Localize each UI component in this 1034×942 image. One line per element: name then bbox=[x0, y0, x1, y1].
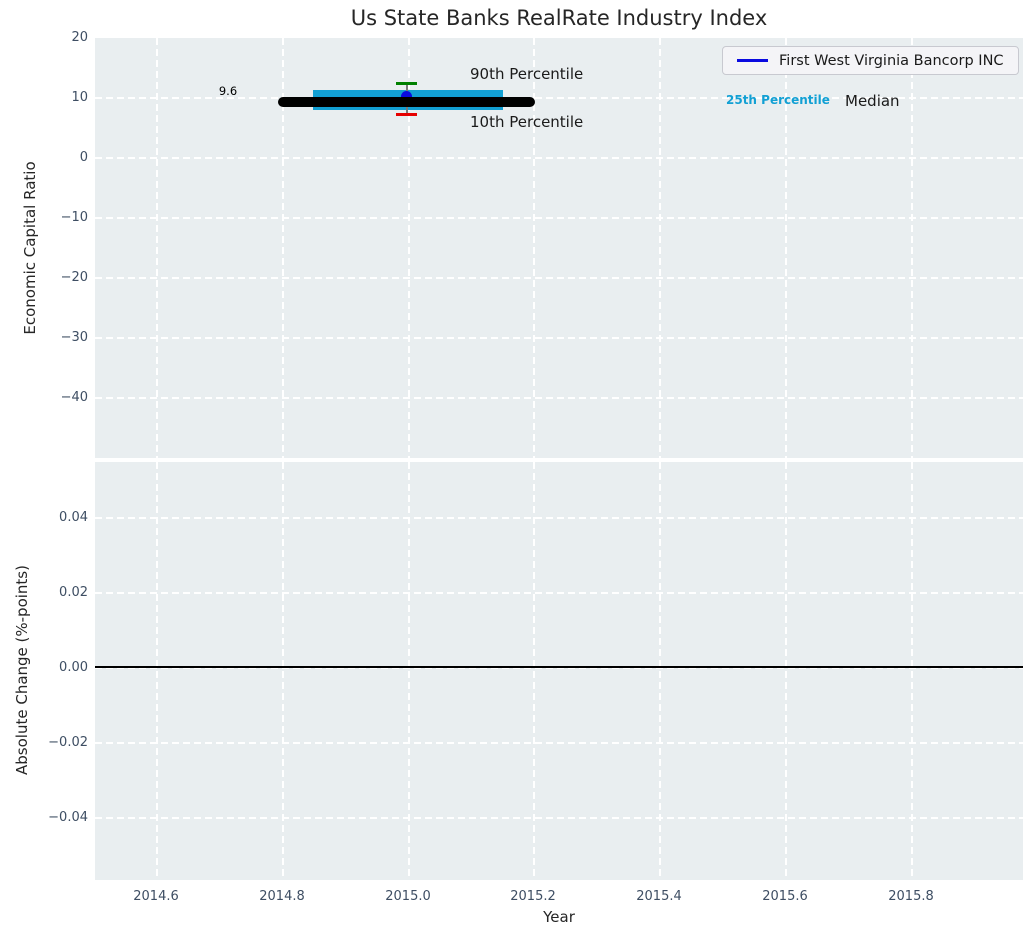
gridline bbox=[95, 817, 1023, 819]
gridline bbox=[95, 397, 1023, 399]
legend-label: First West Virginia Bancorp INC bbox=[779, 52, 1004, 69]
legend-line-icon bbox=[737, 59, 768, 62]
gridline bbox=[911, 462, 913, 880]
bottom-plot bbox=[95, 462, 1023, 880]
legend: First West Virginia Bancorp INC bbox=[722, 46, 1019, 75]
xtick-label: 2015.4 bbox=[636, 889, 682, 904]
gridline bbox=[785, 462, 787, 880]
gridline bbox=[408, 462, 410, 880]
x-axis-label: Year bbox=[543, 908, 575, 926]
xtick-label: 2014.6 bbox=[133, 889, 179, 904]
figure: Us State Banks RealRate Industry Index E… bbox=[0, 0, 1034, 942]
annotation-90th-percentile: 90th Percentile bbox=[470, 65, 584, 83]
ytick-label: 0 bbox=[79, 150, 88, 165]
ytick-label: 0.02 bbox=[59, 585, 88, 600]
ytick-label: 0.00 bbox=[59, 660, 88, 675]
gridline bbox=[95, 217, 1023, 219]
xtick-label: 2015.6 bbox=[762, 889, 808, 904]
top-plot: 9.6 90th Percentile 10th Percentile 25th… bbox=[95, 38, 1023, 458]
gridline bbox=[911, 38, 913, 458]
ytick-label: −0.04 bbox=[48, 810, 88, 825]
gridline bbox=[95, 337, 1023, 339]
xtick-label: 2014.8 bbox=[259, 889, 305, 904]
gridline bbox=[156, 38, 158, 458]
gridline bbox=[95, 742, 1023, 744]
xtick-label: 2015.8 bbox=[888, 889, 934, 904]
xtick-label: 2015.2 bbox=[510, 889, 556, 904]
ytick-label: −20 bbox=[60, 270, 88, 285]
ytick-label: −10 bbox=[60, 210, 88, 225]
annotation-median: Median bbox=[845, 92, 900, 110]
chart-title: Us State Banks RealRate Industry Index bbox=[350, 6, 768, 30]
zero-change-line bbox=[95, 666, 1023, 668]
ytick-label: −0.02 bbox=[48, 735, 88, 750]
gridline bbox=[156, 462, 158, 880]
annotation-median-value: 9.6 bbox=[218, 84, 238, 98]
ytick-label: 10 bbox=[71, 90, 88, 105]
xtick-label: 2015.0 bbox=[385, 889, 431, 904]
gridline bbox=[95, 517, 1023, 519]
ytick-label: 0.04 bbox=[59, 510, 88, 525]
ytick-label: 20 bbox=[71, 30, 88, 45]
gridline bbox=[533, 462, 535, 880]
gridline bbox=[95, 592, 1023, 594]
ytick-label: −40 bbox=[60, 390, 88, 405]
gridline bbox=[659, 462, 661, 880]
ytick-label: −30 bbox=[60, 330, 88, 345]
p10-cap bbox=[396, 113, 417, 116]
gridline bbox=[95, 157, 1023, 159]
gridline bbox=[659, 38, 661, 458]
annotation-10th-percentile: 10th Percentile bbox=[470, 113, 584, 131]
p90-cap bbox=[396, 82, 417, 85]
annotation-25th-percentile: 25th Percentile bbox=[726, 93, 830, 107]
gridline bbox=[95, 277, 1023, 279]
y-axis-label-top: Economic Capital Ratio bbox=[21, 161, 39, 335]
gridline bbox=[282, 462, 284, 880]
median-index-line bbox=[278, 97, 535, 107]
